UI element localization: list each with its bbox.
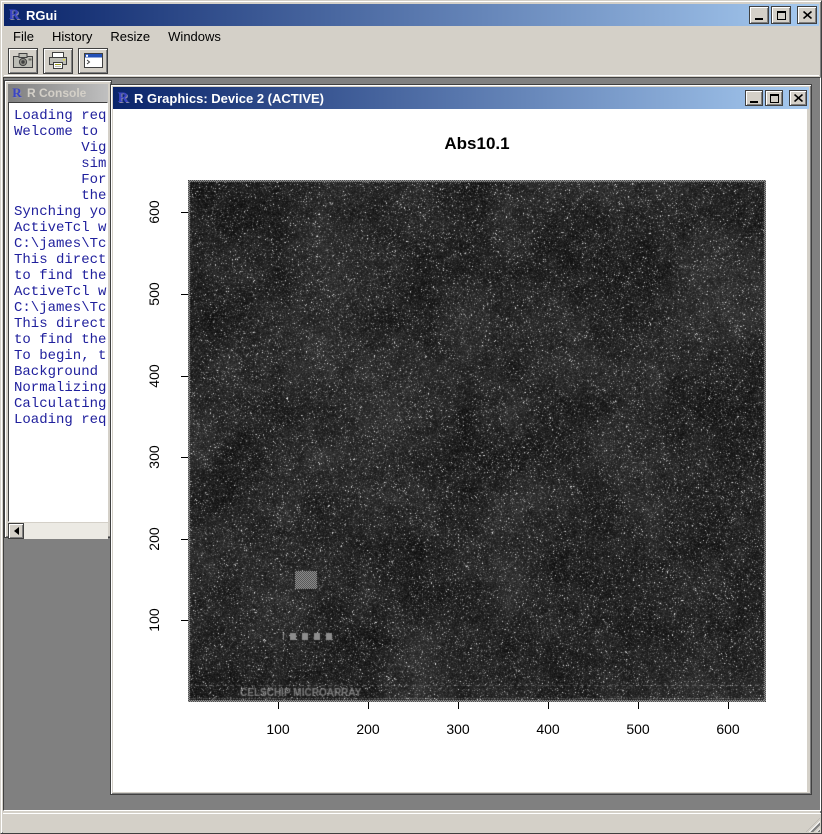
y-axis-label: 600	[146, 184, 162, 240]
x-tick	[638, 702, 639, 709]
console-line: to find the	[14, 268, 107, 284]
main-window-title: RGui	[26, 8, 749, 23]
menu-file[interactable]: File	[4, 27, 43, 46]
rgui-main-window: R RGui File History Resize Windows	[0, 0, 822, 834]
x-axis-label: 400	[518, 721, 578, 737]
main-titlebar[interactable]: R RGui	[4, 4, 819, 26]
y-tick	[181, 539, 188, 540]
printer-icon	[48, 52, 68, 69]
console-titlebar[interactable]: R R Console	[8, 84, 108, 102]
scroll-left-button[interactable]	[8, 523, 24, 539]
x-axis-label: 300	[428, 721, 488, 737]
console-line: Vig	[14, 140, 107, 156]
menubar: File History Resize Windows	[4, 26, 819, 46]
graphics-window: R R Graphics: Device 2 (ACTIVE) Abs10.1	[110, 84, 812, 795]
console-line: This directo	[14, 316, 107, 332]
console-line: For	[14, 172, 107, 188]
console-line: ActiveTcl wa	[14, 284, 107, 300]
x-tick	[458, 702, 459, 709]
y-tick	[181, 376, 188, 377]
plot-area: Abs10.1 600 500 400 300 200 100	[113, 109, 807, 792]
plot-title: Abs10.1	[188, 134, 766, 154]
menu-windows[interactable]: Windows	[159, 27, 230, 46]
x-axis-label: 600	[698, 721, 758, 737]
y-axis-label: 500	[146, 266, 162, 322]
y-axis-label: 100	[146, 592, 162, 648]
console-window: R R Console Loading requ Welcome to B Vi…	[4, 80, 112, 538]
console-line: to find the	[14, 332, 107, 348]
close-icon	[803, 11, 812, 19]
camera-icon	[13, 53, 33, 68]
console-line: the	[14, 188, 107, 204]
console-window-icon	[84, 53, 103, 68]
y-axis-label: 400	[146, 348, 162, 404]
console-window-icon-small: R	[10, 86, 24, 100]
console-line: Loading requ	[14, 108, 107, 124]
console-window-title: R Console	[27, 86, 106, 100]
console-line: C:\james\Tcl	[14, 236, 107, 252]
console-line: Calculating	[14, 396, 107, 412]
console-line: C:\james\Tcl	[14, 300, 107, 316]
microarray-image	[188, 180, 766, 702]
console-line: Background c	[14, 364, 107, 380]
x-axis-label: 100	[248, 721, 308, 737]
console-line: sim	[14, 156, 107, 172]
graphics-titlebar[interactable]: R R Graphics: Device 2 (ACTIVE)	[113, 87, 809, 109]
maximize-icon	[770, 94, 779, 103]
close-button[interactable]	[797, 6, 817, 24]
console-line: Welcome to B	[14, 124, 107, 140]
menu-history[interactable]: History	[43, 27, 101, 46]
console-line: Normalizing	[14, 380, 107, 396]
y-tick	[181, 620, 188, 621]
x-tick	[278, 702, 279, 709]
mdi-client-area: R R Console Loading requ Welcome to B Vi…	[3, 77, 821, 811]
maximize-button[interactable]	[771, 6, 791, 24]
graphics-window-icon-small: R	[115, 90, 131, 106]
console-focus-button[interactable]	[78, 48, 108, 74]
console-text-area[interactable]: Loading requ Welcome to B Vig sim For th…	[8, 102, 108, 522]
arrow-left-icon	[14, 527, 19, 535]
snapshot-button[interactable]	[8, 48, 38, 74]
graphics-close-button[interactable]	[789, 90, 807, 106]
minimize-button[interactable]	[749, 6, 769, 24]
y-axis-label: 300	[146, 429, 162, 485]
x-axis-label: 500	[608, 721, 668, 737]
y-tick	[181, 294, 188, 295]
x-tick	[368, 702, 369, 709]
minimize-icon	[750, 94, 758, 103]
statusbar	[3, 813, 821, 833]
print-button[interactable]	[43, 48, 73, 74]
graphics-minimize-button[interactable]	[745, 90, 763, 106]
y-tick	[181, 212, 188, 213]
console-line: Synching you	[14, 204, 107, 220]
console-line: To begin, ty	[14, 348, 107, 364]
graphics-window-title: R Graphics: Device 2 (ACTIVE)	[134, 91, 745, 106]
console-line: This directo	[14, 252, 107, 268]
console-line: ActiveTcl wa	[14, 220, 107, 236]
y-tick	[181, 457, 188, 458]
maximize-icon	[777, 11, 786, 20]
rgui-app-icon: R	[6, 7, 22, 23]
toolbar	[4, 46, 819, 76]
y-axis-label: 200	[146, 511, 162, 567]
close-icon	[794, 94, 803, 102]
x-axis-label: 200	[338, 721, 398, 737]
x-tick	[548, 702, 549, 709]
resize-grip[interactable]	[806, 818, 820, 832]
x-tick	[728, 702, 729, 709]
menu-resize[interactable]: Resize	[101, 27, 159, 46]
console-line: Loading requ	[14, 412, 107, 428]
minimize-icon	[755, 11, 763, 20]
graphics-maximize-button[interactable]	[765, 90, 783, 106]
console-horizontal-scrollbar[interactable]	[8, 523, 108, 539]
